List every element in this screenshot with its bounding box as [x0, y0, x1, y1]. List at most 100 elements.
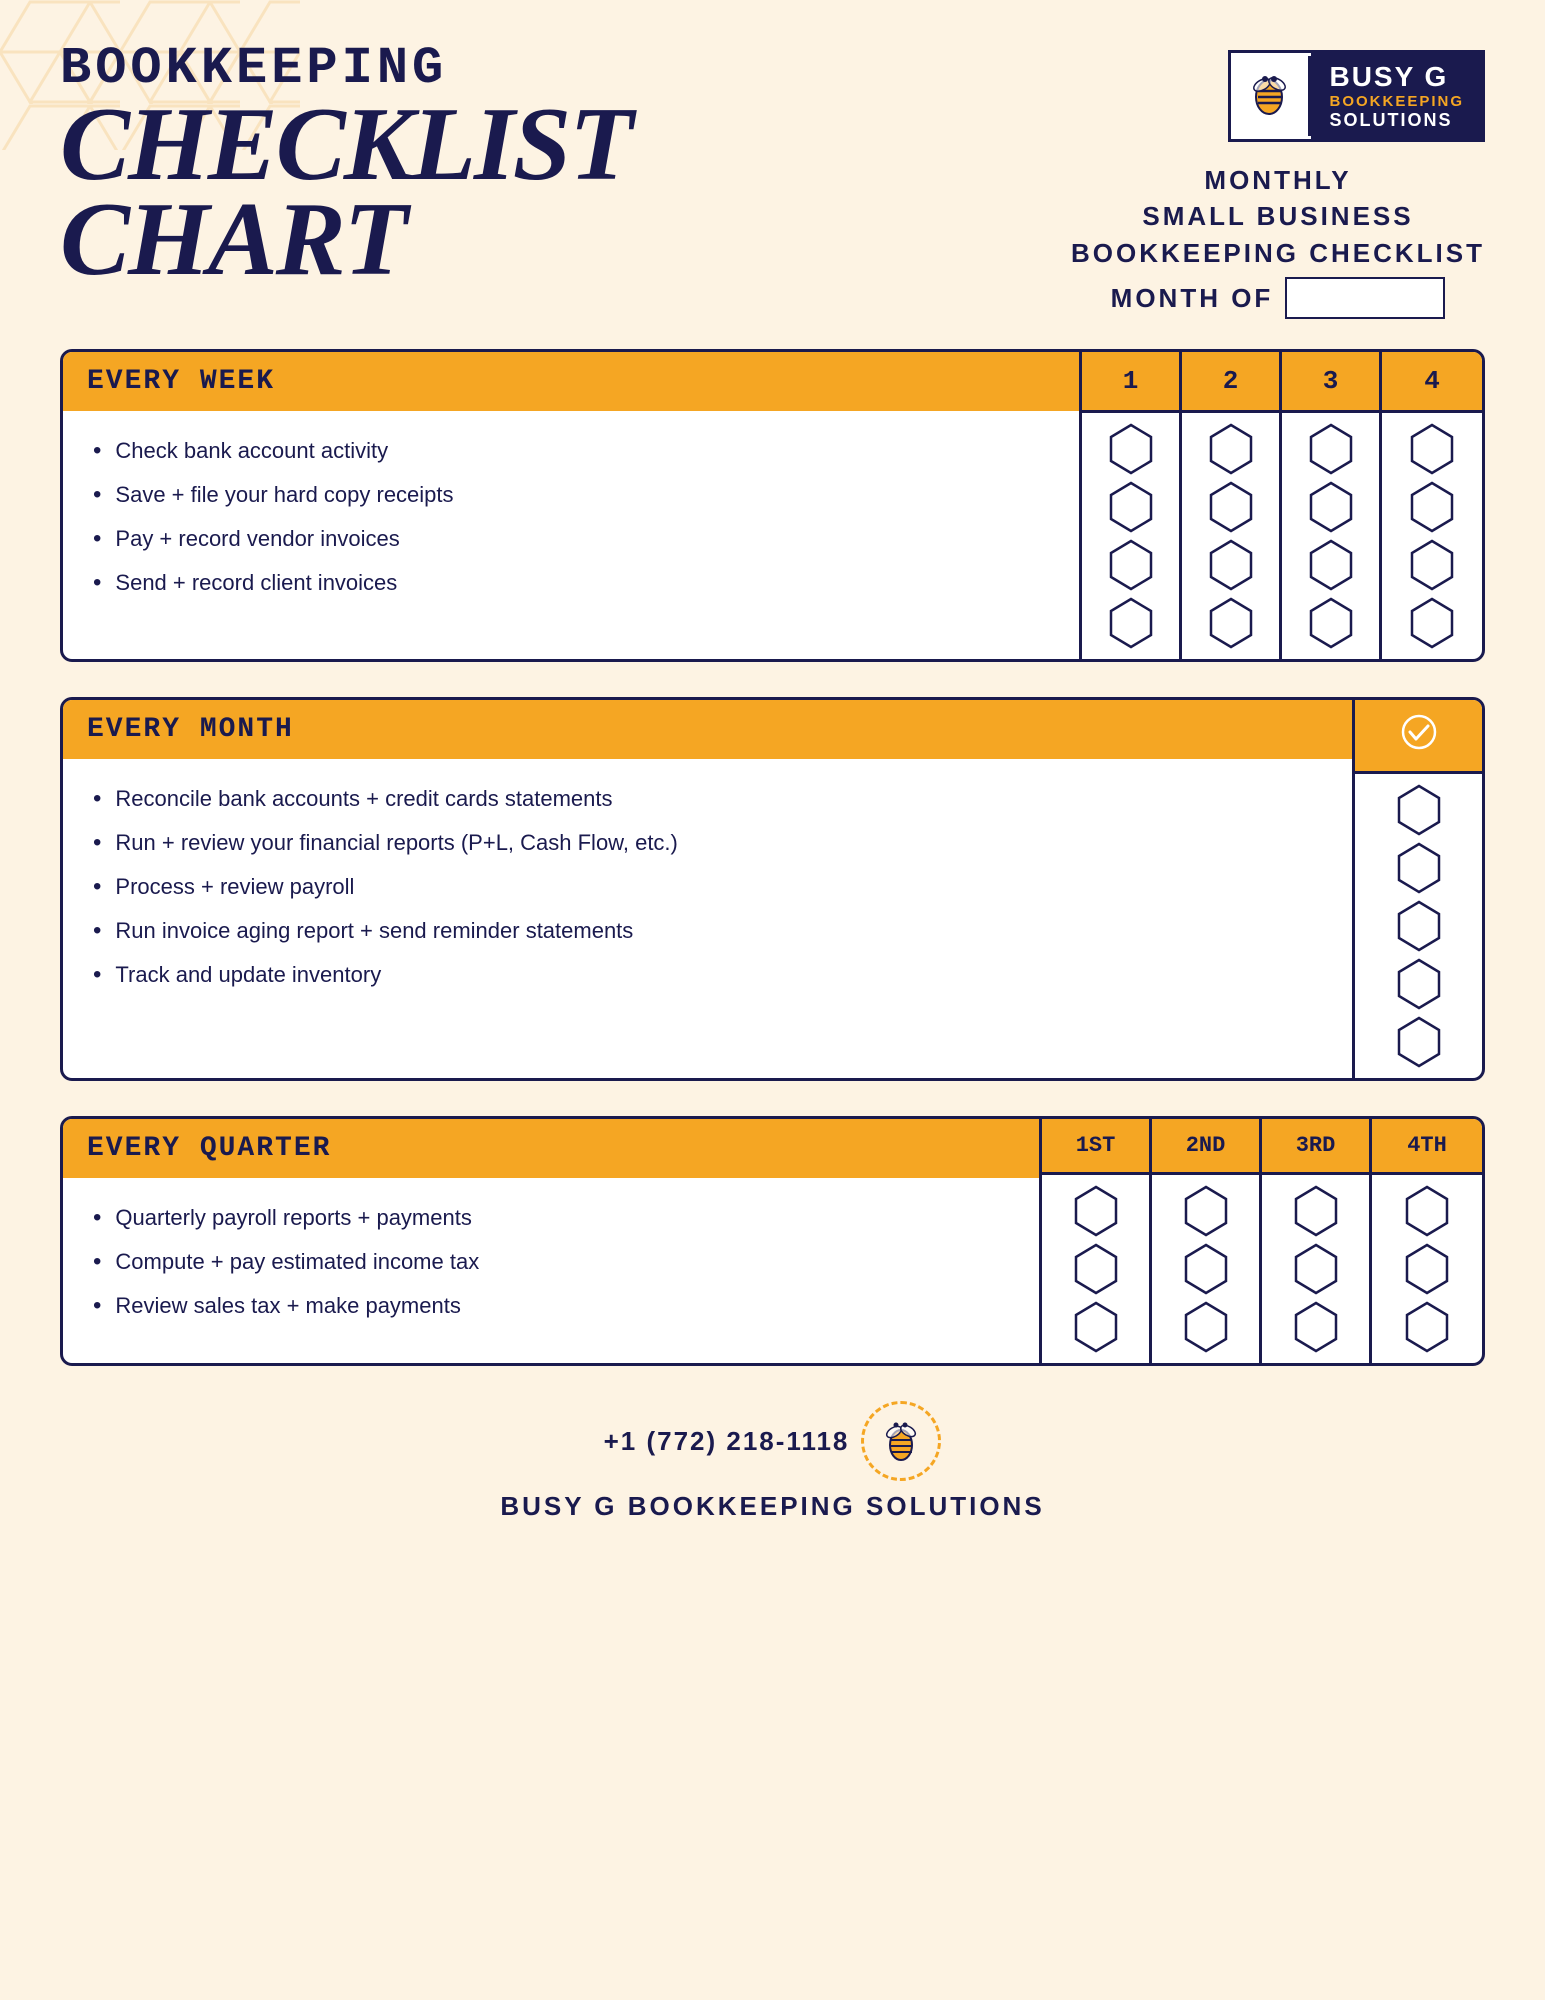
week-item-4-text: Send + record client invoices	[115, 570, 397, 596]
quarter-item-2-text: Compute + pay estimated income tax	[115, 1249, 479, 1275]
week-hex-4-1[interactable]	[1408, 423, 1456, 475]
quarter-hex-3-3[interactable]	[1292, 1301, 1340, 1353]
footer-row: +1 (772) 218-1118	[60, 1401, 1485, 1481]
week-hex-2-1[interactable]	[1207, 423, 1255, 475]
month-hex-4[interactable]	[1395, 958, 1443, 1010]
monthly-line1: MONTHLY	[1071, 162, 1485, 198]
month-col-cells	[1355, 774, 1482, 1078]
every-month-header: EVERY MONTH	[63, 700, 1352, 759]
footer: +1 (772) 218-1118 BUSY G BOOKKEEPING SOL…	[60, 1401, 1485, 1542]
week-col-2: 2	[1182, 352, 1282, 659]
footer-phone: +1 (772) 218-1118	[604, 1426, 850, 1457]
quarter-hex-4-3[interactable]	[1403, 1301, 1451, 1353]
week-col-4: 4	[1382, 352, 1482, 659]
quarter-col-4-cells	[1372, 1175, 1482, 1363]
month-item-4-text: Run invoice aging report + send reminder…	[115, 918, 633, 944]
week-hex-2-4[interactable]	[1207, 597, 1255, 649]
quarter-col-3-cells	[1262, 1175, 1369, 1363]
week-hex-3-3[interactable]	[1307, 539, 1355, 591]
quarter-col-1: 1ST	[1042, 1119, 1152, 1363]
quarter-checkbox-cols: 1ST 2ND 3RD	[1039, 1119, 1482, 1363]
quarter-hex-4-2[interactable]	[1403, 1243, 1451, 1295]
week-item-3-text: Pay + record vendor invoices	[115, 526, 399, 552]
every-month-inner: EVERY MONTH • Reconcile bank accounts + …	[60, 697, 1485, 1081]
quarter-col-3-header: 3RD	[1262, 1119, 1369, 1175]
week-hex-1-4[interactable]	[1107, 597, 1155, 649]
title-checklist: CHECKLIST	[60, 97, 1071, 192]
every-quarter-header: EVERY QUARTER	[63, 1119, 1039, 1178]
week-hex-1-1[interactable]	[1107, 423, 1155, 475]
week-col-3-cells	[1282, 413, 1379, 659]
every-week-header: EVERY WEEK	[63, 352, 1079, 411]
week-hex-4-3[interactable]	[1408, 539, 1456, 591]
quarter-hex-1-2[interactable]	[1072, 1243, 1120, 1295]
week-col-4-cells	[1382, 413, 1482, 659]
quarter-item-2: • Compute + pay estimated income tax	[93, 1240, 1009, 1284]
header-right: BUSY G BOOKKEEPING SOLUTIONS MONTHLY SMA…	[1071, 40, 1485, 319]
month-hex-5[interactable]	[1395, 1016, 1443, 1068]
quarter-item-1: • Quarterly payroll reports + payments	[93, 1196, 1009, 1240]
every-week-section: EVERY WEEK • Check bank account activity…	[60, 349, 1485, 662]
month-item-4: • Run invoice aging report + send remind…	[93, 909, 1322, 953]
month-of-label: MONTH OF	[1111, 280, 1274, 316]
week-hex-1-2[interactable]	[1107, 481, 1155, 533]
quarter-col-2-cells	[1152, 1175, 1259, 1363]
every-quarter-items: • Quarterly payroll reports + payments •…	[63, 1178, 1039, 1346]
quarter-hex-2-2[interactable]	[1182, 1243, 1230, 1295]
week-hex-2-3[interactable]	[1207, 539, 1255, 591]
week-item-1: • Check bank account activity	[93, 429, 1049, 473]
week-hex-3-4[interactable]	[1307, 597, 1355, 649]
week-col-1-cells	[1082, 413, 1179, 659]
month-checkbox-col	[1352, 700, 1482, 1078]
bullet-icon: •	[93, 569, 101, 597]
week-col-1: 1	[1082, 352, 1182, 659]
quarter-item-3-text: Review sales tax + make payments	[115, 1293, 460, 1319]
quarter-col-2-header: 2ND	[1152, 1119, 1259, 1175]
quarter-hex-3-2[interactable]	[1292, 1243, 1340, 1295]
week-hex-4-4[interactable]	[1408, 597, 1456, 649]
week-item-2: • Save + file your hard copy receipts	[93, 473, 1049, 517]
title-chart: CHART	[60, 192, 1071, 287]
week-hex-1-3[interactable]	[1107, 539, 1155, 591]
month-input[interactable]	[1285, 277, 1445, 319]
week-col-3: 3	[1282, 352, 1382, 659]
month-item-3: • Process + review payroll	[93, 865, 1322, 909]
month-col-header	[1355, 700, 1482, 774]
every-week-left: EVERY WEEK • Check bank account activity…	[63, 352, 1079, 659]
monthly-line2: SMALL BUSINESS	[1071, 198, 1485, 234]
quarter-col-4-header: 4TH	[1372, 1119, 1482, 1175]
month-hex-1[interactable]	[1395, 784, 1443, 836]
every-month-left: EVERY MONTH • Reconcile bank accounts + …	[63, 700, 1352, 1078]
every-week-items: • Check bank account activity • Save + f…	[63, 411, 1079, 623]
bullet-icon: •	[93, 1204, 101, 1232]
quarter-hex-1-3[interactable]	[1072, 1301, 1120, 1353]
logo-busy-g: BUSY G	[1329, 61, 1464, 93]
month-item-1-text: Reconcile bank accounts + credit cards s…	[115, 786, 612, 812]
page-header: BOOKKEEPING CHECKLIST CHART	[60, 40, 1485, 319]
logo-bookkeeping-text: BOOKKEEPING	[1329, 93, 1464, 110]
week-item-4: • Send + record client invoices	[93, 561, 1049, 605]
quarter-hex-2-1[interactable]	[1182, 1185, 1230, 1237]
week-hex-2-2[interactable]	[1207, 481, 1255, 533]
logo-box: BUSY G BOOKKEEPING SOLUTIONS	[1228, 50, 1485, 142]
week-hex-3-1[interactable]	[1307, 423, 1355, 475]
month-hex-3[interactable]	[1395, 900, 1443, 952]
week-item-3: • Pay + record vendor invoices	[93, 517, 1049, 561]
quarter-hex-2-3[interactable]	[1182, 1301, 1230, 1353]
bullet-icon: •	[93, 829, 101, 857]
monthly-info: MONTHLY SMALL BUSINESS BOOKKEEPING CHECK…	[1071, 162, 1485, 319]
week-col-1-header: 1	[1082, 352, 1179, 413]
quarter-col-3: 3RD	[1262, 1119, 1372, 1363]
every-quarter-left: EVERY QUARTER • Quarterly payroll report…	[63, 1119, 1039, 1363]
month-of-row: MONTH OF	[1071, 277, 1485, 319]
quarter-col-2: 2ND	[1152, 1119, 1262, 1363]
quarter-item-3: • Review sales tax + make payments	[93, 1284, 1009, 1328]
week-hex-4-2[interactable]	[1408, 481, 1456, 533]
week-hex-3-2[interactable]	[1307, 481, 1355, 533]
footer-bee-icon	[861, 1401, 941, 1481]
quarter-col-1-cells	[1042, 1175, 1149, 1363]
month-hex-2[interactable]	[1395, 842, 1443, 894]
quarter-hex-4-1[interactable]	[1403, 1185, 1451, 1237]
quarter-hex-3-1[interactable]	[1292, 1185, 1340, 1237]
quarter-hex-1-1[interactable]	[1072, 1185, 1120, 1237]
